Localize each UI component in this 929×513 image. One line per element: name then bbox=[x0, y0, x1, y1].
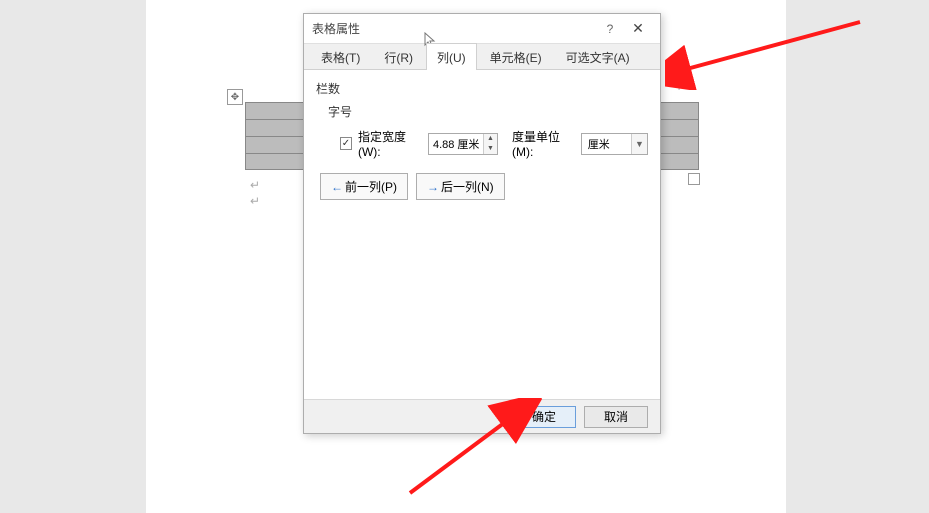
spinner-up[interactable]: ▲ bbox=[484, 134, 497, 144]
help-button[interactable]: ? bbox=[596, 22, 624, 36]
next-column-button[interactable]: → 后一列(N) bbox=[416, 173, 505, 200]
arrow-right-icon: → bbox=[427, 180, 439, 194]
group-label-columns: 栏数 bbox=[316, 80, 648, 97]
column-nav-buttons: ← 前一列(P) → 后一列(N) bbox=[320, 173, 648, 200]
corner-mark: ⌐ bbox=[678, 78, 686, 94]
unit-select[interactable]: 厘米 ▼ bbox=[581, 133, 648, 155]
next-column-label: 后一列(N) bbox=[441, 178, 494, 195]
arrow-left-icon: ← bbox=[331, 180, 343, 194]
table-properties-dialog: 表格属性 ? ✕ 表格(T) 行(R) 列(U) 单元格(E) 可选文字(A) … bbox=[303, 13, 661, 434]
width-spinner[interactable]: ▲ ▼ bbox=[428, 133, 498, 155]
tab-content: 栏数 字号 ✓ 指定宽度(W): ▲ ▼ 度量单位(M): 厘米 ▼ ← 前一列… bbox=[304, 70, 660, 400]
prev-column-label: 前一列(P) bbox=[345, 178, 397, 195]
unit-label: 度量单位(M): bbox=[512, 128, 575, 159]
table-resize-handle[interactable] bbox=[688, 173, 700, 185]
width-input[interactable] bbox=[429, 134, 483, 154]
chevron-down-icon[interactable]: ▼ bbox=[631, 134, 647, 154]
spinner-down[interactable]: ▼ bbox=[484, 144, 497, 154]
tab-strip: 表格(T) 行(R) 列(U) 单元格(E) 可选文字(A) bbox=[304, 44, 660, 70]
close-button[interactable]: ✕ bbox=[624, 20, 652, 37]
tab-row[interactable]: 行(R) bbox=[373, 43, 424, 70]
dialog-footer: 确定 取消 bbox=[304, 399, 660, 433]
sub-label-size: 字号 bbox=[328, 103, 648, 120]
specify-width-checkbox[interactable]: ✓ bbox=[340, 137, 352, 150]
table-move-handle[interactable]: ✥ bbox=[227, 89, 243, 105]
width-row: ✓ 指定宽度(W): ▲ ▼ 度量单位(M): 厘米 ▼ bbox=[340, 128, 648, 159]
tab-cell[interactable]: 单元格(E) bbox=[479, 43, 553, 70]
tab-column[interactable]: 列(U) bbox=[426, 43, 477, 70]
unit-value: 厘米 bbox=[582, 136, 631, 152]
paragraph-mark: ↵ bbox=[250, 178, 260, 192]
ok-button[interactable]: 确定 bbox=[512, 406, 576, 428]
tab-alt-text[interactable]: 可选文字(A) bbox=[555, 43, 641, 70]
specify-width-label: 指定宽度(W): bbox=[358, 128, 422, 159]
prev-column-button[interactable]: ← 前一列(P) bbox=[320, 173, 408, 200]
cancel-button[interactable]: 取消 bbox=[584, 406, 648, 428]
dialog-titlebar: 表格属性 ? ✕ bbox=[304, 14, 660, 44]
dialog-title: 表格属性 bbox=[312, 20, 596, 37]
paragraph-mark: ↵ bbox=[250, 194, 260, 208]
tab-table[interactable]: 表格(T) bbox=[310, 43, 371, 70]
